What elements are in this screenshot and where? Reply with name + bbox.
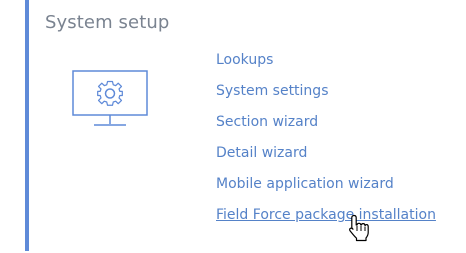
- section-title: System setup: [45, 12, 170, 33]
- hand-pointer-icon: [349, 214, 369, 242]
- link-field-force-package-installation[interactable]: Field Force package installation: [216, 207, 436, 223]
- link-system-settings[interactable]: System settings: [216, 83, 329, 99]
- link-lookups[interactable]: Lookups: [216, 52, 273, 68]
- link-detail-wizard[interactable]: Detail wizard: [216, 145, 307, 161]
- link-section-wizard[interactable]: Section wizard: [216, 114, 318, 130]
- section-accent-bar: [25, 0, 29, 251]
- monitor-gear-icon: [72, 70, 148, 126]
- link-mobile-application-wizard[interactable]: Mobile application wizard: [216, 176, 394, 192]
- system-setup-panel: System setup Lookups System settings Sec…: [0, 0, 466, 253]
